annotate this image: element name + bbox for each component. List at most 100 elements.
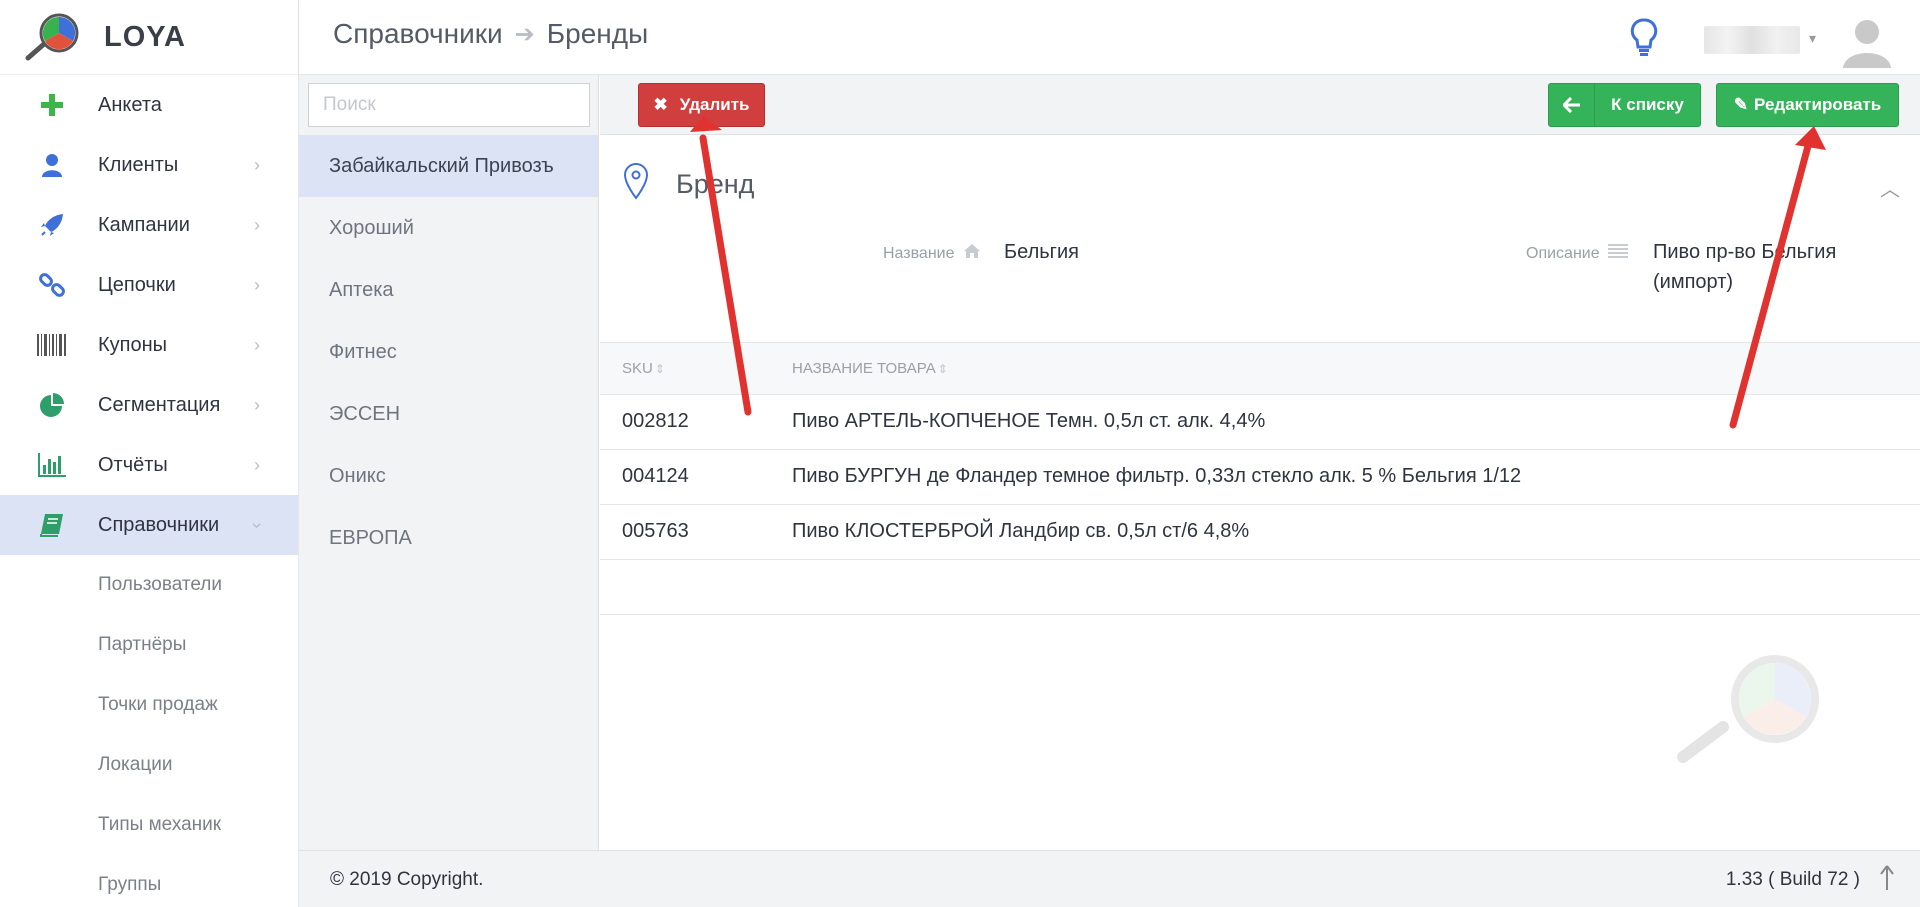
sku-cell: 004124 (600, 449, 770, 505)
table-row[interactable]: 005763 Пиво КЛОСТЕРБРОЙ Ландбир св. 0,5л… (600, 504, 1920, 560)
chevron-right-icon: › (254, 154, 260, 175)
logo[interactable]: LOYA (0, 0, 298, 75)
description-field-label: Описание (1526, 243, 1628, 264)
edit-button[interactable]: ✎ Редактировать (1716, 83, 1899, 127)
sidebar-item-chains[interactable]: Цепочки › (0, 255, 298, 315)
sidebar-item-label: Купоны (98, 333, 168, 356)
sku-cell: 002812 (600, 394, 770, 450)
avatar[interactable] (1839, 12, 1895, 68)
sidebar: LOYA Анкета Клиенты › Кампании › Цепочки… (0, 0, 299, 907)
list-item[interactable]: Забайкальский Привозъ (299, 135, 598, 197)
sidebar-subitem-points-of-sale[interactable]: Точки продаж (0, 675, 298, 735)
product-name-cell: Пиво КЛОСТЕРБРОЙ Ландбир св. 0,5л ст/6 4… (770, 504, 1920, 560)
sidebar-subitem-groups[interactable]: Группы (0, 855, 298, 907)
sidebar-item-label: Отчёты (98, 453, 168, 476)
footer: © 2019 Copyright. 1.33 ( Build 72 ) (299, 850, 1920, 907)
table-row-empty (600, 559, 1920, 615)
watermark-logo-icon (1675, 655, 1835, 770)
sidebar-item-segmentation[interactable]: Сегментация › (0, 375, 298, 435)
chevron-up-icon[interactable]: ︿ (1880, 173, 1900, 202)
sort-icon: ⇕ (654, 361, 665, 376)
link-icon (26, 272, 78, 298)
build-version: 1.33 ( Build 72 ) (1725, 869, 1860, 890)
arrow-right-icon: ➔ (514, 20, 535, 48)
product-name-cell: Пиво БУРГУН де Фландер темное фильтр. 0,… (770, 449, 1920, 505)
sidebar-item-coupons[interactable]: Купоны › (0, 315, 298, 375)
toolbar: ✖ Удалить К списку ✎ Редактировать (600, 75, 1920, 135)
logo-icon (24, 12, 84, 62)
section-title: Бренд (676, 169, 755, 199)
description-field-value: Пиво пр-во Бельгия (импорт) (1653, 241, 1837, 293)
empty-cell (770, 559, 1920, 615)
sidebar-item-label: Справочники (98, 513, 220, 536)
list-item[interactable]: Аптека (299, 259, 598, 321)
back-to-list-label: К списку (1611, 95, 1684, 114)
table-row[interactable]: 002812 Пиво АРТЕЛЬ-КОПЧЕНОЕ Темн. 0,5л с… (600, 394, 1920, 450)
name-label-text: Название (883, 244, 955, 262)
sidebar-item-directories[interactable]: Справочники › (0, 495, 298, 555)
sku-cell: 005763 (600, 504, 770, 560)
products-table: SKU ⇕ НАЗВАНИЕ ТОВАРА ⇕ 002812 Пиво АРТЕЛЬ… (600, 343, 1920, 615)
sidebar-subitem-users[interactable]: Пользователи (0, 555, 298, 615)
breadcrumb-current: Бренды (546, 18, 649, 49)
list-item[interactable]: Хороший (299, 197, 598, 259)
column-header-sku[interactable]: SKU ⇕ (600, 343, 770, 395)
chevron-right-icon: › (254, 394, 260, 415)
chevron-right-icon: › (254, 454, 260, 475)
table-row[interactable]: 004124 Пиво БУРГУН де Фландер темное фил… (600, 449, 1920, 505)
scroll-to-top-icon[interactable] (1880, 865, 1894, 896)
table-header-row: SKU ⇕ НАЗВАНИЕ ТОВАРА ⇕ (600, 343, 1920, 395)
list-item[interactable]: ЭССЕН (299, 383, 598, 445)
list-item[interactable]: Оникс (299, 445, 598, 507)
description-label-text: Описание (1526, 244, 1600, 262)
user-icon (26, 153, 78, 177)
breadcrumb: Справочники ➔ Бренды (333, 18, 648, 50)
plus-icon (26, 94, 78, 116)
sidebar-item-clients[interactable]: Клиенты › (0, 135, 298, 195)
barcode-icon (26, 334, 78, 356)
chevron-right-icon: › (254, 334, 260, 355)
name-field-value: Бельгия (1004, 241, 1079, 263)
delete-button[interactable]: ✖ Удалить (638, 83, 765, 127)
list-item[interactable]: Фитнес (299, 321, 598, 383)
product-name-cell: Пиво АРТЕЛЬ-КОПЧЕНОЕ Темн. 0,5л ст. алк.… (770, 394, 1920, 450)
pencil-icon: ✎ (1733, 95, 1749, 114)
home-icon (963, 243, 981, 264)
brand-fields: Название Бельгия Описание Пиво пр-во Бел… (600, 231, 1920, 343)
brand-detail-panel: ✖ Удалить К списку ✎ Редактировать Бренд… (600, 75, 1920, 850)
sidebar-item-label: Сегментация (98, 393, 221, 416)
sidebar-subitem-locations[interactable]: Локации (0, 735, 298, 795)
sidebar-item-campaigns[interactable]: Кампании › (0, 195, 298, 255)
search-input[interactable] (308, 83, 590, 127)
list-item[interactable]: ЕВРОПА (299, 507, 598, 569)
sidebar-subitem-mechanic-types[interactable]: Типы механик (0, 795, 298, 855)
breadcrumb-parent[interactable]: Справочники (333, 18, 503, 50)
empty-cell (600, 559, 770, 615)
column-header-label: НАЗВАНИЕ ТОВАРА (792, 359, 936, 377)
lightbulb-icon[interactable] (1629, 17, 1659, 62)
top-header: Справочники ➔ Бренды ▾ (299, 0, 1920, 75)
sidebar-item-label: Цепочки (98, 273, 176, 296)
book-icon (26, 512, 78, 538)
list-lines-icon (1607, 243, 1628, 264)
rocket-icon (26, 212, 78, 238)
column-header-product-name[interactable]: НАЗВАНИЕ ТОВАРА ⇕ (770, 343, 1920, 395)
copyright-text: © 2019 Copyright. (330, 869, 484, 890)
brand-list-panel: Забайкальский Привозъ Хороший Аптека Фит… (299, 75, 599, 850)
sidebar-item-anketa[interactable]: Анкета (0, 75, 298, 135)
bar-chart-icon (26, 453, 78, 477)
sidebar-item-reports[interactable]: Отчёты › (0, 435, 298, 495)
sidebar-item-label: Кампании (98, 213, 190, 236)
logo-text: LOYA (104, 20, 186, 53)
brand-section-header: Бренд ︿ (600, 135, 1920, 231)
sort-icon: ⇕ (937, 361, 948, 376)
close-icon: ✖ (653, 95, 668, 114)
sidebar-subitem-partners[interactable]: Партнёры (0, 615, 298, 675)
chevron-right-icon: › (254, 274, 260, 295)
caret-down-icon[interactable]: ▾ (1809, 30, 1816, 47)
chevron-right-icon: › (254, 214, 260, 235)
back-to-list-button[interactable]: К списку (1548, 83, 1701, 127)
sidebar-item-label: Анкета (98, 93, 162, 116)
user-name[interactable] (1704, 26, 1800, 54)
edit-button-label: Редактировать (1754, 95, 1882, 114)
